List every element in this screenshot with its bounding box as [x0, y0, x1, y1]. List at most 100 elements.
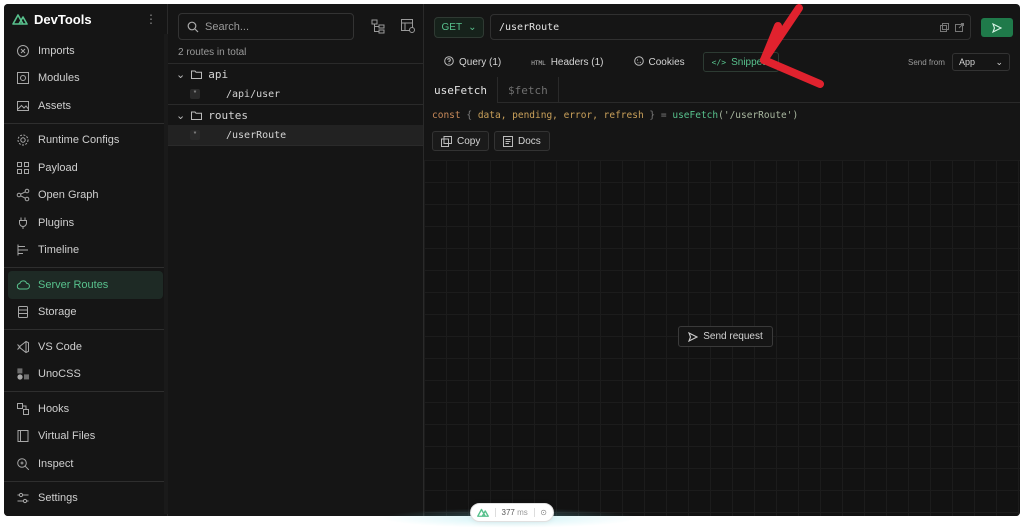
routes-count: 2 routes in total	[178, 47, 247, 58]
sidebar-item-modules[interactable]: Modules	[8, 65, 163, 93]
file-icon	[16, 429, 30, 443]
code-icon: </>	[711, 57, 727, 67]
open-external-icon[interactable]	[955, 22, 964, 32]
request-panel: GET ⌄ Query (1) HTML Headers (1) Cookies </>…	[424, 4, 1020, 516]
sidebar-item-unocss[interactable]: UnoCSS	[8, 361, 163, 389]
timing-pill[interactable]: 377 ms ⊙	[470, 503, 554, 522]
timing-unit: ms	[517, 508, 528, 517]
chevron-down-icon: ⌄	[995, 56, 1003, 67]
sidebar-item-label: Settings	[38, 492, 78, 505]
route-item[interactable]: * /api/user	[168, 84, 423, 104]
inspect-icon	[16, 457, 30, 471]
sidebar-item-plugins[interactable]: Plugins	[8, 209, 163, 237]
chevron-down-icon: ⌄	[176, 109, 186, 122]
url-field[interactable]	[490, 14, 971, 40]
payload-icon	[16, 161, 30, 175]
route-path: /userRoute	[226, 129, 287, 141]
sidebar-item-hooks[interactable]: Hooks	[8, 395, 163, 423]
sidebar-item-inspect[interactable]: Inspect	[8, 450, 163, 478]
chevron-down-icon: ⌄	[468, 22, 477, 33]
sidebar-item-runtime-configs[interactable]: Runtime Configs	[8, 127, 163, 155]
method-value: GET	[441, 22, 463, 33]
send-from-label: Send from	[908, 58, 945, 67]
sidebar-nav: Imports Modules Assets Runtime Configs Paylo…	[4, 34, 167, 515]
sidebar-item-vs-code[interactable]: VS Code	[8, 333, 163, 361]
search-box[interactable]	[178, 13, 354, 40]
tab-label: Cookies	[648, 56, 685, 68]
database-icon	[16, 305, 30, 319]
docs-button[interactable]: Docs	[494, 131, 550, 151]
copy-icon[interactable]	[940, 22, 949, 32]
sidebar-item-label: Storage	[38, 306, 77, 319]
sidebar-item-virtual-files[interactable]: Virtual Files	[8, 423, 163, 451]
snippet-tabs: useFetch $fetch	[424, 77, 1020, 103]
cookie-icon	[633, 55, 644, 69]
url-actions	[940, 22, 964, 32]
crosshair-icon[interactable]: ⊙	[540, 508, 547, 517]
tab-cookies[interactable]: Cookies	[624, 52, 695, 72]
send-request-button[interactable]: Send request	[678, 326, 773, 347]
unocss-icon	[16, 367, 30, 381]
sidebar-item-label: Virtual Files	[38, 430, 96, 443]
sidebar-item-assets[interactable]: Assets	[8, 92, 163, 120]
gear-icon	[16, 133, 30, 147]
code-brace-close: }	[649, 110, 656, 121]
route-item[interactable]: * /userRoute	[168, 125, 423, 145]
kebab-menu-icon[interactable]: ⋮	[145, 13, 157, 25]
nav-group: Runtime Configs Payload Open Graph Plugins T…	[4, 124, 167, 268]
sidebar-item-timeline[interactable]: Timeline	[8, 237, 163, 265]
tab-label: Query (1)	[459, 56, 502, 68]
sidebar-item-server-routes[interactable]: Server Routes	[8, 271, 163, 299]
sidebar-item-label: Modules	[38, 72, 80, 85]
snippet-tab-usefetch[interactable]: useFetch	[424, 77, 498, 103]
nav-group: VS Code UnoCSS	[4, 330, 167, 392]
code-function: useFetch	[672, 110, 719, 121]
sidebar-item-open-graph[interactable]: Open Graph	[8, 182, 163, 210]
copy-icon	[441, 135, 452, 147]
sidebar-item-storage[interactable]: Storage	[8, 299, 163, 327]
table-settings-icon[interactable]	[400, 18, 416, 34]
tree-divider	[168, 145, 423, 146]
sidebar: DevTools ⋮ Imports Modules Assets Runtime C…	[4, 4, 168, 516]
html-icon: HTML	[531, 59, 546, 67]
sidebar-item-label: Inspect	[38, 457, 74, 470]
tree-view-icon[interactable]	[370, 18, 386, 34]
tab-query[interactable]: Query (1)	[434, 52, 511, 72]
sidebar-item-settings[interactable]: Settings	[8, 485, 163, 513]
docs-label: Docs	[518, 135, 541, 147]
send-button[interactable]	[981, 18, 1013, 37]
question-circle-icon	[444, 55, 454, 69]
brand: DevTools ⋮	[4, 4, 167, 34]
copy-button[interactable]: Copy	[432, 131, 490, 151]
response-area: Send request	[424, 160, 1020, 516]
timing-value-wrap: 377 ms	[494, 508, 535, 517]
route-path: /api/user	[226, 88, 281, 100]
tab-label: Headers (1)	[550, 56, 604, 68]
search-input[interactable]	[205, 20, 345, 33]
sidebar-item-label: Timeline	[38, 244, 80, 257]
sliders-icon	[16, 491, 30, 505]
sidebar-item-label: Imports	[38, 44, 75, 57]
devtools-window: DevTools ⋮ Imports Modules Assets Runtime C…	[4, 4, 1020, 516]
tree-folder-api[interactable]: ⌄ api	[168, 64, 423, 84]
search-icon	[187, 21, 199, 32]
tab-headers[interactable]: HTML Headers (1)	[521, 52, 613, 72]
routes-toolbar: 2 routes in total	[168, 4, 423, 64]
sidebar-item-imports[interactable]: Imports	[8, 37, 163, 65]
code-keyword: const	[432, 110, 461, 121]
snippet-tab-fetch[interactable]: $fetch	[498, 77, 559, 103]
app-name: DevTools	[34, 11, 92, 27]
nuxt-logo-icon	[477, 508, 489, 517]
send-from-select[interactable]: App ⌄	[952, 53, 1010, 71]
folder-icon	[191, 111, 203, 120]
timeline-icon	[16, 243, 30, 257]
routes-panel: 2 routes in total ⌄ api * /api/user ⌄ routes *…	[168, 4, 424, 516]
send-icon	[688, 331, 699, 342]
sidebar-item-payload[interactable]: Payload	[8, 154, 163, 182]
method-select[interactable]: GET ⌄	[434, 17, 484, 38]
plug-icon	[16, 216, 30, 230]
sidebar-item-label: Hooks	[38, 402, 70, 415]
tree-folder-routes[interactable]: ⌄ routes	[168, 105, 423, 125]
sidebar-item-label: Server Routes	[38, 278, 109, 291]
nav-group: Imports Modules Assets	[4, 34, 167, 124]
